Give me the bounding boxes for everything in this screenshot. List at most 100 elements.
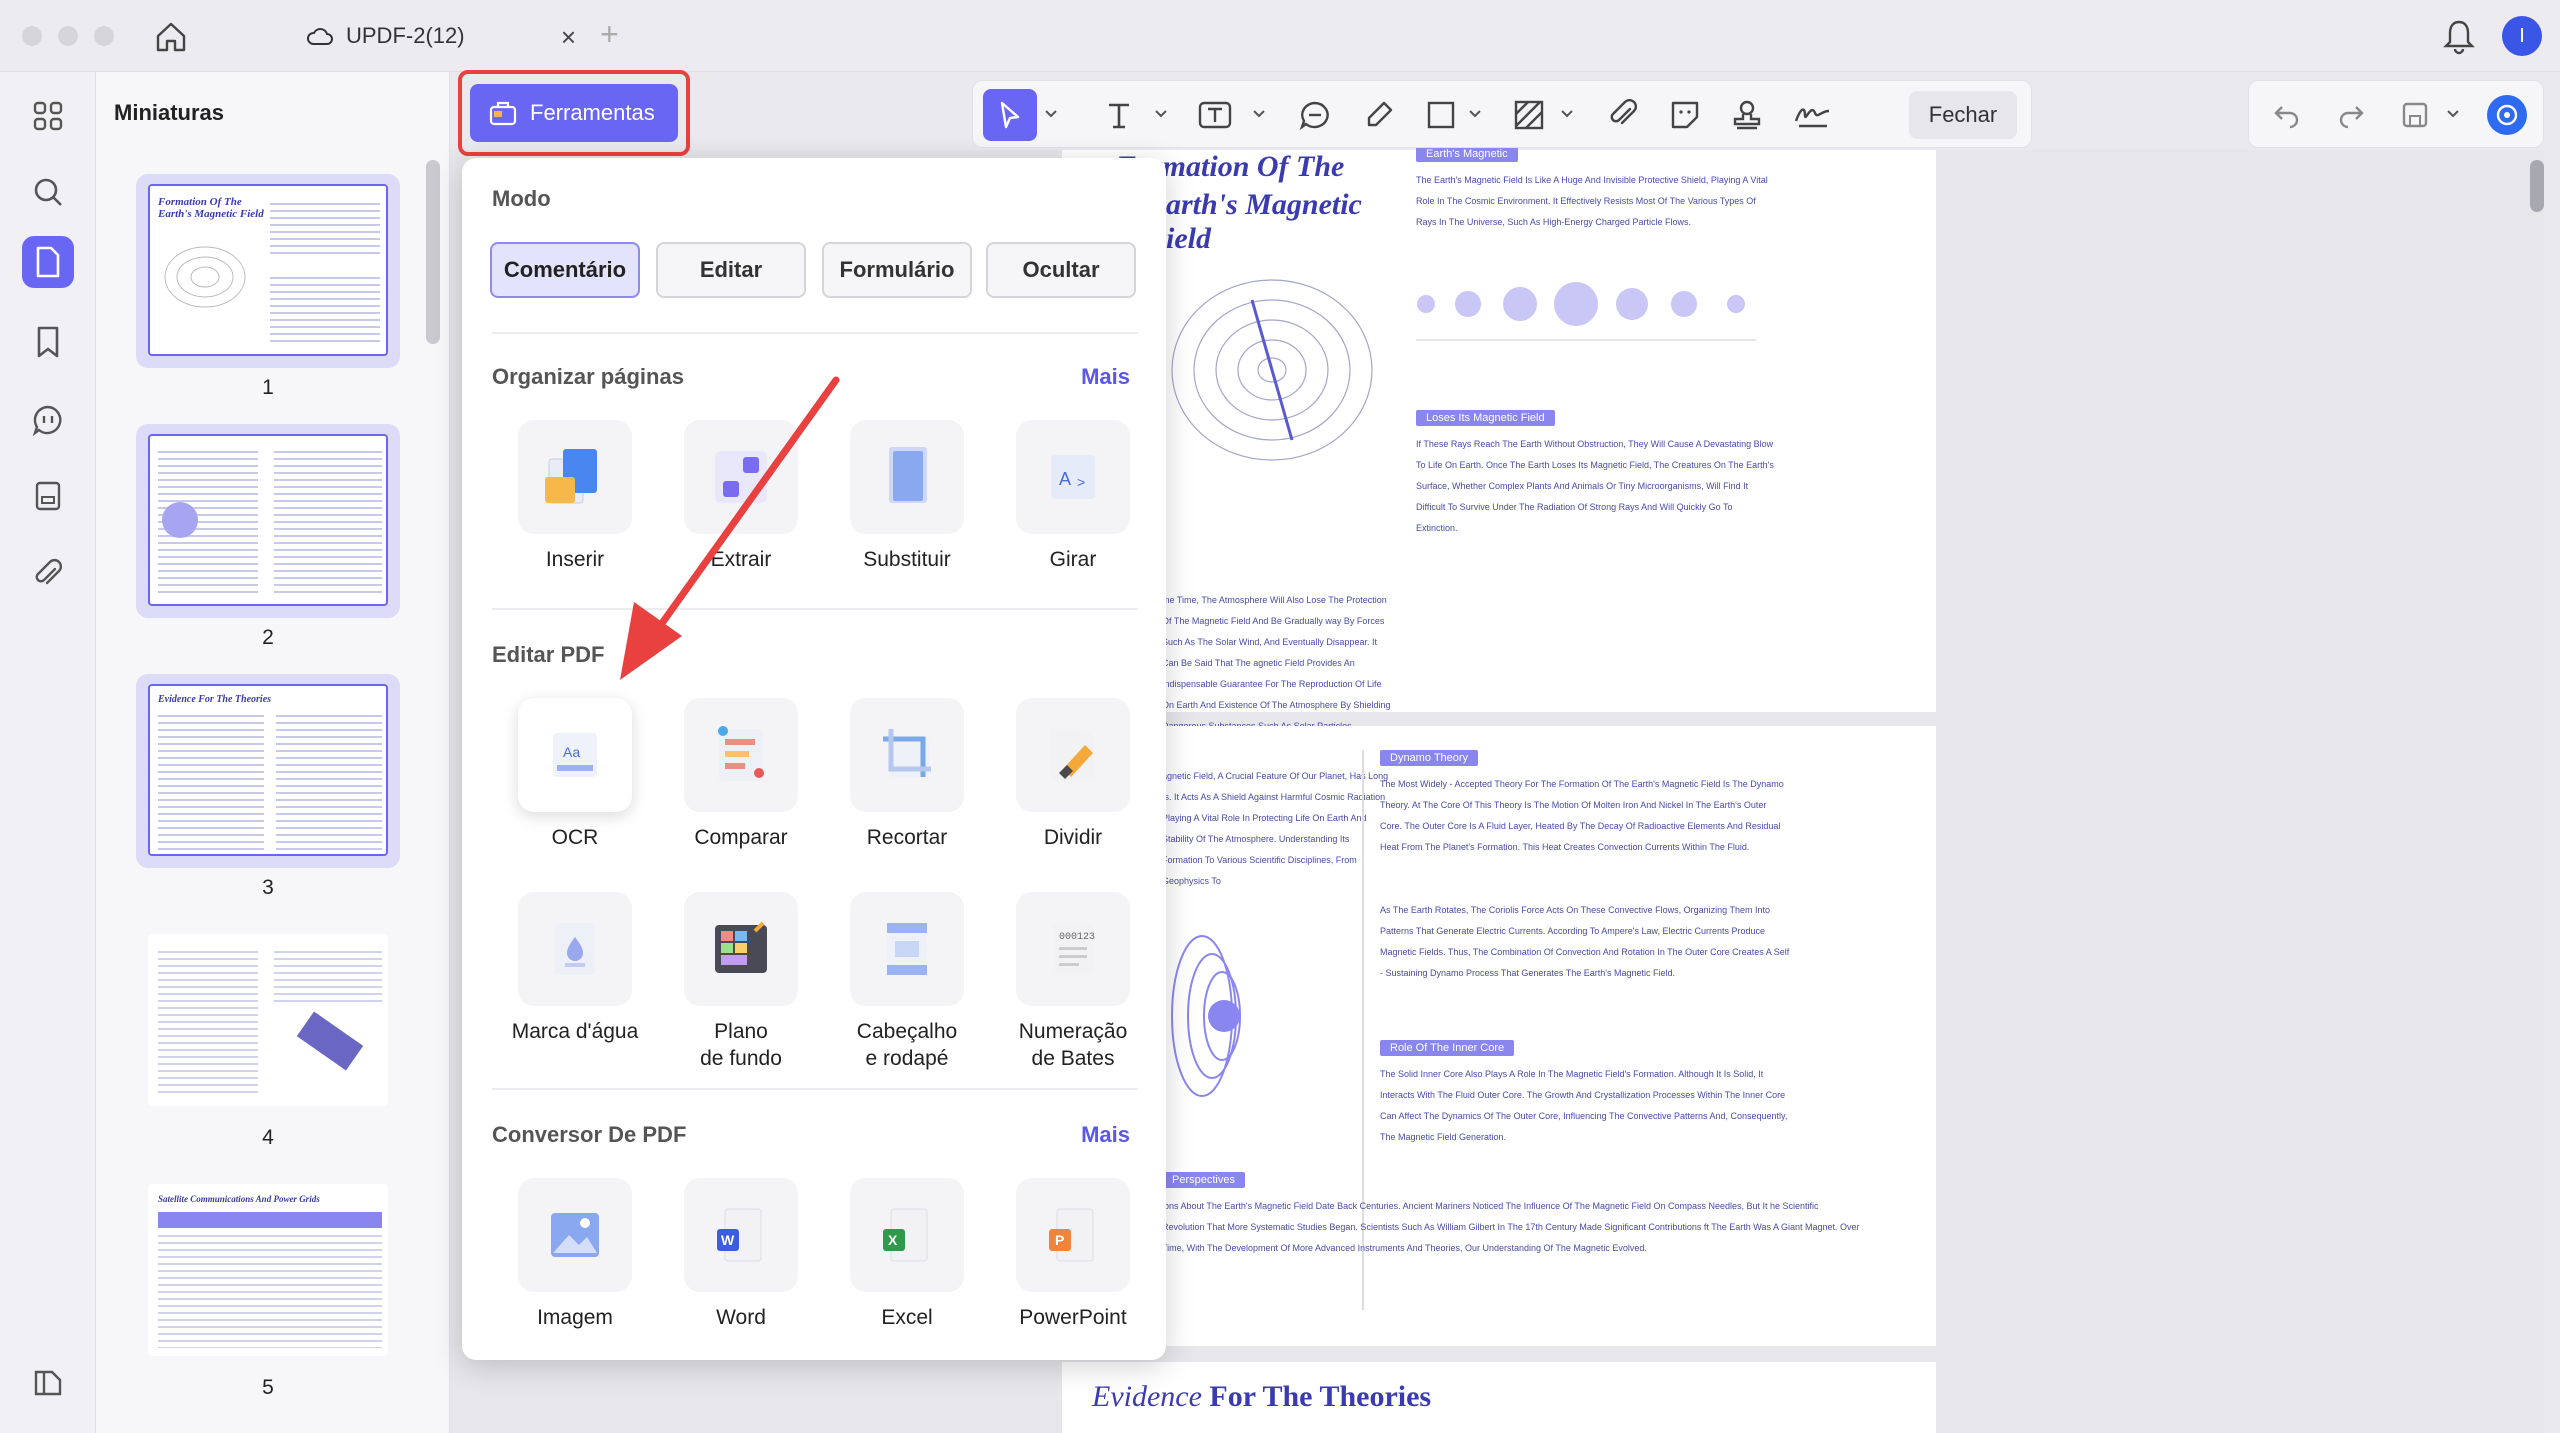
right-toolbar [2248, 80, 2544, 148]
thumbnails-icon[interactable] [22, 236, 74, 288]
window-minimize-dot[interactable] [58, 26, 78, 46]
highlighter-icon[interactable] [1359, 95, 1399, 135]
window-close-dot[interactable] [22, 26, 42, 46]
thumbnails-scrollbar[interactable] [426, 160, 440, 344]
paragraph-3b: As The Earth Rotates, The Coriolis Force… [1380, 905, 1790, 978]
thumbnail-page-number: 4 [262, 1126, 274, 1149]
comment-note-icon[interactable] [1295, 95, 1335, 135]
mode-comment-button[interactable]: Comentário [490, 242, 640, 298]
window-zoom-dot[interactable] [94, 26, 114, 46]
redo-icon[interactable] [2331, 95, 2371, 135]
document-tab[interactable]: UPDF-2(12) × [306, 14, 576, 58]
bottom-heading-a: Evidence [1092, 1380, 1202, 1413]
label-loses: Loses Its Magnetic Field [1416, 410, 1555, 426]
svg-text:000123: 000123 [1059, 932, 1095, 943]
thumbnail-page[interactable]: 4 [136, 924, 400, 1149]
document-scrollbar[interactable] [2530, 160, 2544, 212]
word-icon: W [717, 1208, 762, 1262]
ai-assistant-icon[interactable] [2487, 95, 2527, 135]
new-tab-icon[interactable]: + [600, 16, 619, 53]
annotation-arrow-icon [620, 376, 840, 680]
tab-title: UPDF-2(12) [346, 23, 465, 48]
attachment-icon[interactable] [22, 548, 74, 600]
bookmark-icon[interactable] [22, 316, 74, 368]
apps-grid-icon[interactable] [22, 90, 74, 142]
header-footer-icon [887, 923, 927, 975]
undo-icon[interactable] [2267, 95, 2307, 135]
divider [492, 332, 1138, 334]
paragraph-left-2: agnetic Field, A Crucial Feature Of Our … [1162, 771, 1389, 886]
organize-more-link[interactable]: Mais [1081, 364, 1130, 390]
thumbnails-title: Miniaturas [114, 100, 225, 125]
text-icon[interactable] [1099, 95, 1139, 135]
label-dynamo: Dynamo Theory [1380, 750, 1479, 766]
close-edit-button[interactable]: Fechar [1909, 91, 2017, 139]
save-icon[interactable] [2395, 95, 2435, 135]
thumbnail-page[interactable]: Evidence For The Theories 3 [136, 674, 400, 899]
tool-header-footer[interactable]: Cabeçalho e rodapé [824, 892, 990, 1072]
tool-split[interactable]: Dividir [990, 698, 1156, 851]
tool-word[interactable]: W Word [658, 1178, 824, 1331]
chevron-down-icon[interactable] [1559, 105, 1575, 121]
converter-more-link[interactable]: Mais [1081, 1122, 1130, 1148]
chevron-down-icon[interactable] [2445, 105, 2461, 121]
tool-compare[interactable]: Comparar [658, 698, 824, 851]
tool-compare-label: Comparar [694, 826, 788, 849]
image-icon [551, 1213, 599, 1257]
stamp-icon[interactable] [1727, 95, 1767, 135]
tab-close-icon[interactable]: × [561, 22, 576, 53]
stamp-page-icon[interactable] [22, 470, 74, 522]
excel-icon: X [883, 1208, 928, 1262]
select-cursor-icon[interactable] [983, 89, 1037, 141]
paragraph-1: The Earth's Magnetic Field Is Like A Hug… [1416, 175, 1768, 227]
divider [492, 1088, 1138, 1090]
label-earth: Earth's Magnetic [1416, 146, 1518, 162]
tool-powerpoint[interactable]: P PowerPoint [990, 1178, 1156, 1331]
tools-button[interactable]: Ferramentas [470, 84, 678, 142]
signature-icon[interactable] [1793, 95, 1833, 135]
tool-bates[interactable]: 000123 Numeração de Bates [990, 892, 1156, 1072]
thumbnail-page-number: 5 [262, 1376, 274, 1399]
tool-powerpoint-label: PowerPoint [1019, 1306, 1127, 1329]
tool-background[interactable]: Plano de fundo [658, 892, 824, 1072]
mode-title: Modo [492, 186, 551, 211]
chevron-down-icon[interactable] [1251, 105, 1267, 121]
thumbnail-page[interactable]: Satellite Communications And Power Grids… [136, 1174, 400, 1399]
tool-image[interactable]: Imagem [492, 1178, 658, 1331]
tool-crop[interactable]: Recortar [824, 698, 990, 851]
mode-hide-button[interactable]: Ocultar [986, 242, 1136, 298]
paragraph-left-1: me Time, The Atmosphere Will Also Lose T… [1162, 595, 1391, 731]
mode-edit-button[interactable]: Editar [656, 242, 806, 298]
mode-form-button[interactable]: Formulário [822, 242, 972, 298]
cloud-icon [307, 28, 333, 45]
tool-rotate-label: Girar [1049, 548, 1097, 571]
thumbnail-page[interactable]: Formation Of The Earth's Magnetic Field 1 [136, 174, 400, 399]
tool-watermark[interactable]: Marca d'água [492, 892, 658, 1045]
svg-text:>: > [1077, 474, 1085, 490]
rectangle-icon[interactable] [1421, 95, 1461, 135]
thumbnail-page-number: 3 [262, 876, 274, 899]
tool-ocr[interactable]: Aa OCR [492, 698, 658, 851]
comment-icon[interactable] [22, 394, 74, 446]
search-icon[interactable] [22, 166, 74, 218]
tool-excel[interactable]: X Excel [824, 1178, 990, 1331]
thumbnail-page[interactable]: 2 [136, 424, 400, 649]
main-toolbar: Fechar [972, 80, 2032, 148]
tool-rotate[interactable]: A > Girar [990, 420, 1156, 573]
home-icon[interactable] [152, 18, 190, 56]
rotate-pages-icon: A > [1051, 455, 1095, 499]
sticker-icon[interactable] [1665, 95, 1705, 135]
area-pattern-icon[interactable] [1509, 95, 1549, 135]
layers-icon[interactable] [22, 1356, 74, 1408]
chevron-down-icon[interactable] [1043, 105, 1059, 121]
tools-button-label: Ferramentas [530, 100, 655, 125]
chevron-down-icon[interactable] [1467, 105, 1483, 121]
attachment-icon[interactable] [1603, 95, 1643, 135]
text-box-icon[interactable] [1195, 95, 1235, 135]
edit-pdf-title: Editar PDF [492, 642, 605, 667]
avatar[interactable]: I [2502, 16, 2542, 56]
bell-icon[interactable] [2440, 16, 2478, 56]
chevron-down-icon[interactable] [1153, 105, 1169, 121]
toolbox-icon [489, 101, 517, 126]
replace-pages-icon [889, 447, 927, 503]
